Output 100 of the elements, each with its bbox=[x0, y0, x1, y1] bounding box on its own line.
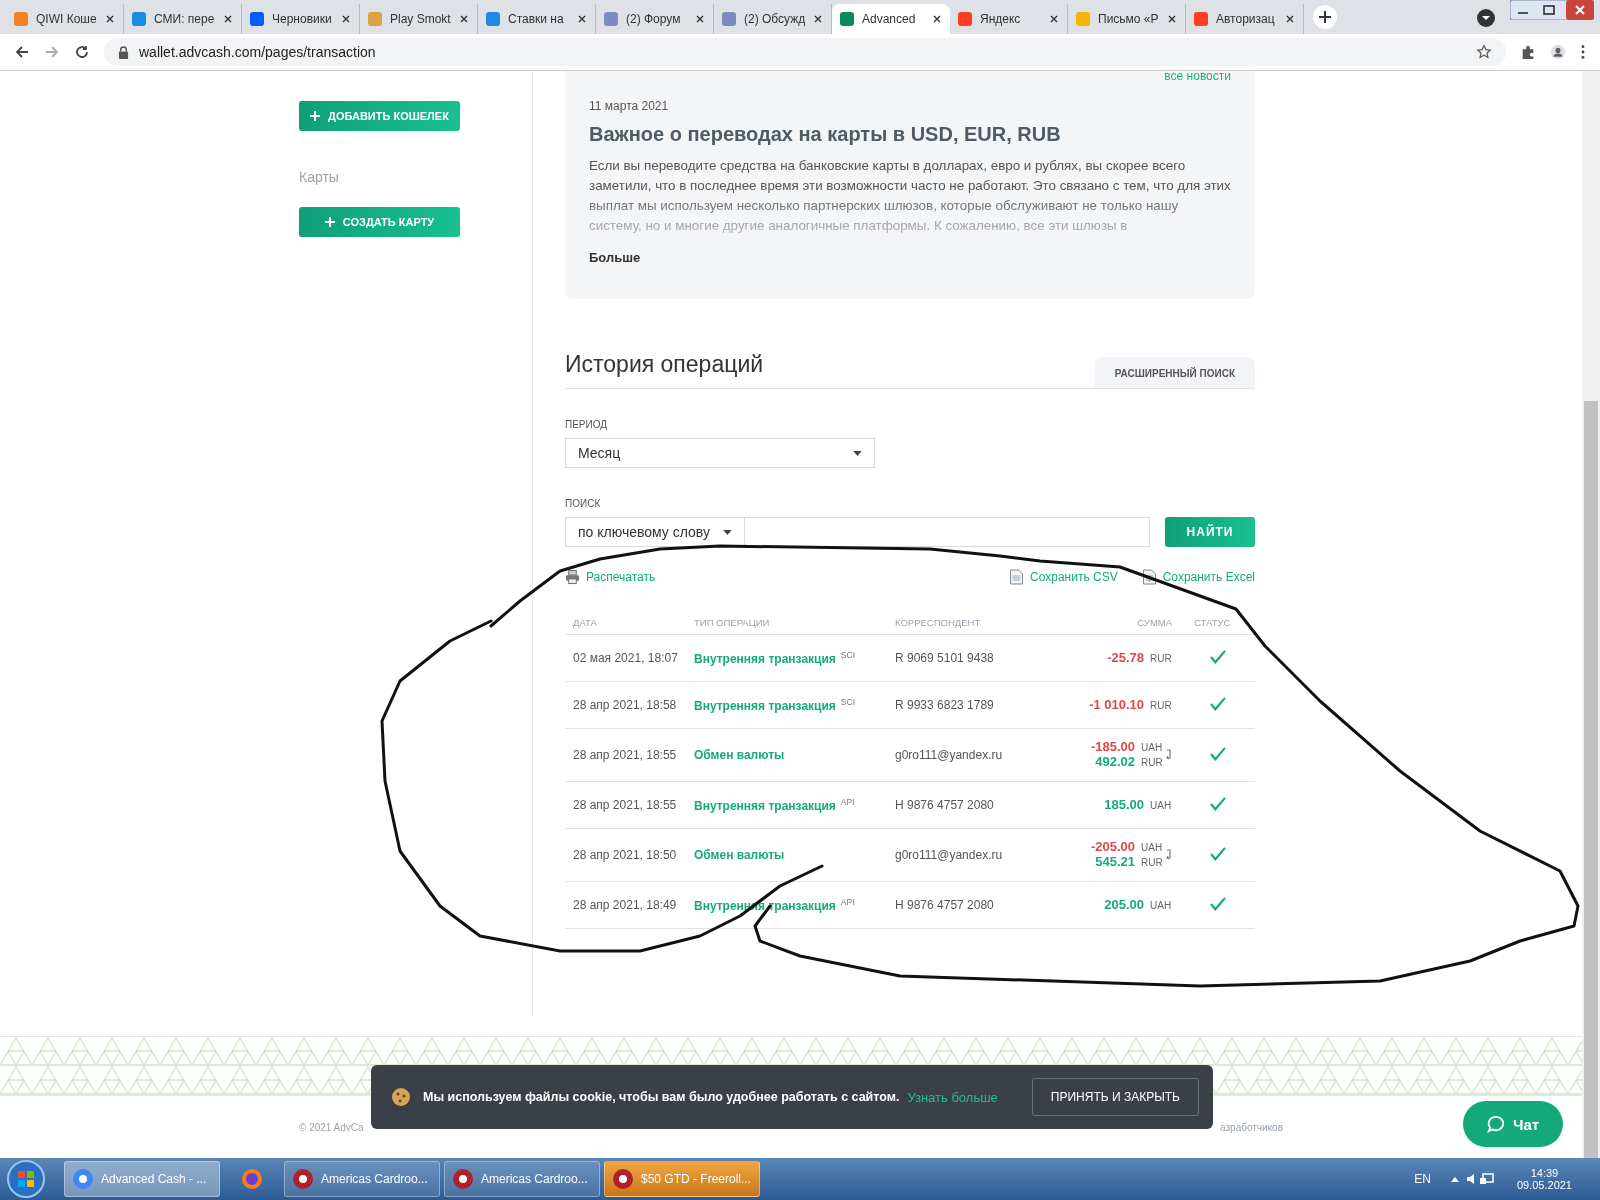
currency: UAH bbox=[1150, 798, 1173, 813]
correspondent-cell: H 9876 4757 2080 bbox=[887, 881, 1053, 929]
new-tab-icon[interactable] bbox=[1312, 4, 1338, 30]
date-cell: 28 апр 2021, 18:58 bbox=[565, 681, 686, 729]
taskbar-button[interactable]: Advanced Cash - ... bbox=[64, 1161, 220, 1197]
close-icon[interactable] bbox=[1049, 14, 1059, 24]
close-icon[interactable] bbox=[695, 14, 705, 24]
language-indicator[interactable]: EN bbox=[1414, 1172, 1431, 1186]
correspondent-cell: g0ro111@yandex.ru bbox=[887, 828, 1053, 882]
bookmark-star-icon[interactable] bbox=[1476, 44, 1492, 60]
save-excel-link[interactable]: Сохранить Excel bbox=[1141, 569, 1255, 585]
find-button[interactable]: НАЙТИ bbox=[1165, 517, 1255, 547]
currency: UAH bbox=[1150, 898, 1173, 913]
amount: 185.00 bbox=[1104, 797, 1145, 812]
operation-tag: API bbox=[840, 897, 855, 907]
printer-icon bbox=[565, 569, 580, 585]
lock-icon bbox=[118, 45, 129, 59]
field-label: ПЕРИОД bbox=[565, 419, 609, 430]
date-cell: 28 апр 2021, 18:50 bbox=[565, 828, 686, 882]
reload-icon[interactable] bbox=[74, 44, 90, 60]
cards-heading: Карты bbox=[299, 169, 339, 185]
search-field[interactable] bbox=[744, 517, 1151, 547]
developers-link[interactable]: азработчиков bbox=[1220, 1121, 1283, 1133]
taskbar-button[interactable]: Americas Cardroo... bbox=[444, 1161, 600, 1197]
checkmark-icon bbox=[1209, 796, 1226, 811]
back-icon[interactable] bbox=[14, 44, 30, 60]
field-label: ПОИСК bbox=[565, 498, 602, 509]
save-csv-link[interactable]: Сохранить CSV bbox=[1009, 569, 1118, 585]
profile-icon[interactable] bbox=[1550, 44, 1566, 60]
taskbar-button[interactable]: $50 GTD - Freeroll... bbox=[604, 1161, 760, 1197]
plus-icon bbox=[310, 111, 321, 121]
all-news-link[interactable]: все новости bbox=[1164, 71, 1231, 81]
currency: RUR bbox=[1141, 756, 1164, 770]
close-icon[interactable] bbox=[577, 14, 587, 24]
accept-button[interactable]: ПРИНЯТЬ И ЗАКРЫТЬ bbox=[1031, 1078, 1199, 1116]
currency: RUR bbox=[1150, 651, 1173, 666]
browser-tab[interactable]: Advanced bbox=[832, 4, 950, 34]
operation-tag: SCI bbox=[840, 697, 855, 707]
scrollbar[interactable] bbox=[1582, 71, 1600, 1158]
date-cell: 02 мая 2021, 18:07 bbox=[565, 634, 686, 682]
operation-type-link[interactable]: Обмен валюты bbox=[694, 748, 785, 762]
operation-type-link[interactable]: Внутренняя транзакция bbox=[694, 799, 836, 813]
close-icon[interactable] bbox=[105, 14, 115, 24]
operation-type-link[interactable]: Внутренняя транзакция bbox=[694, 699, 836, 713]
close-icon[interactable] bbox=[341, 14, 351, 24]
date-cell: 28 апр 2021, 18:55 bbox=[565, 781, 686, 829]
currency: UAH bbox=[1141, 841, 1164, 855]
taskbar-button[interactable]: Americas Cardroo... bbox=[284, 1161, 440, 1197]
globe-icon bbox=[240, 1167, 264, 1191]
plus-icon bbox=[324, 217, 335, 227]
news-text: Если вы переводите средства на банковские карты в долларах, евро и рублях, вы скорее всего заметили, что в последнее время эти возможности часто не работают. Это связано с тем, что для этих выплат мы используем несколько партнерских шлюзов, которые обслуживают не только нашу систему, но и многие другие аналогичные платформы. К сожалению, все эти шлюзы в bbox=[589, 157, 1231, 235]
clock-date[interactable]: 09.05.2021 bbox=[1516, 1179, 1572, 1191]
close-icon[interactable] bbox=[223, 14, 233, 24]
currency: UAH bbox=[1141, 741, 1164, 755]
window-controls-icon[interactable] bbox=[1510, 0, 1594, 20]
correspondent-cell: g0ro111@yandex.ru bbox=[887, 728, 1053, 782]
checkmark-icon bbox=[1209, 649, 1226, 664]
currency: RUR bbox=[1141, 856, 1164, 870]
amount: 205.00 bbox=[1104, 897, 1145, 912]
close-icon[interactable] bbox=[1167, 14, 1177, 24]
start-button-icon[interactable] bbox=[6, 1159, 46, 1199]
news-date: 11 марта 2021 bbox=[589, 99, 670, 113]
create-card-button[interactable]: СОЗДАТЬ КАРТУ bbox=[299, 207, 460, 237]
column-header: ДАТА bbox=[565, 605, 686, 635]
print-link[interactable]: Распечатать bbox=[565, 569, 656, 585]
amount: -205.00 bbox=[1091, 840, 1136, 854]
correspondent-cell: H 9876 4757 2080 bbox=[887, 781, 1053, 829]
tray-icons-icon[interactable] bbox=[1448, 1171, 1497, 1187]
profile-menu-icon[interactable] bbox=[1476, 8, 1496, 28]
close-icon[interactable] bbox=[1285, 14, 1295, 24]
puzzle-icon[interactable] bbox=[1520, 44, 1536, 60]
currency: RUR bbox=[1150, 698, 1173, 713]
chat-button[interactable]: Чат bbox=[1463, 1101, 1563, 1147]
checkmark-icon bbox=[1209, 746, 1226, 761]
app-icon bbox=[71, 1167, 95, 1191]
cookie-icon bbox=[391, 1087, 411, 1107]
learn-more-link[interactable]: Узнать больше bbox=[907, 1089, 998, 1105]
address-field[interactable]: wallet.advcash.com/pages/transaction bbox=[104, 38, 1506, 66]
news-title: Важное о переводах на карты в USD, EUR, RUB bbox=[589, 123, 1062, 146]
menu-icon[interactable] bbox=[1580, 44, 1586, 60]
add-wallet-button[interactable]: ДОБАВИТЬ КОШЕЛЕК bbox=[299, 101, 460, 131]
more-link[interactable]: Больше bbox=[589, 250, 1231, 265]
search-type-dropdown[interactable]: по ключевому слову bbox=[565, 517, 745, 547]
operation-tag: SCI bbox=[840, 650, 855, 660]
section-title: История операций bbox=[565, 351, 764, 378]
document-icon bbox=[1009, 569, 1025, 585]
operation-type-link[interactable]: Обмен валюты bbox=[694, 848, 785, 862]
operation-type-link[interactable]: Внутренняя транзакция bbox=[694, 652, 836, 666]
close-icon[interactable] bbox=[932, 14, 942, 24]
checkmark-icon bbox=[1209, 846, 1226, 861]
exchange-icon bbox=[1166, 748, 1173, 762]
column-header: СУММА bbox=[1053, 605, 1181, 635]
advanced-search-tab[interactable]: РАСШИРЕННЫЙ ПОИСК bbox=[1094, 357, 1255, 388]
checkmark-icon bbox=[1209, 696, 1226, 711]
column-header: КОРРЕСПОНДЕНТ bbox=[887, 605, 1053, 635]
clock-time[interactable]: 14:39 bbox=[1530, 1167, 1559, 1179]
copyright-text: © 2021 AdvCa bbox=[299, 1121, 364, 1133]
close-icon[interactable] bbox=[813, 14, 823, 24]
period-dropdown[interactable]: Месяц bbox=[565, 438, 875, 468]
close-icon[interactable] bbox=[459, 14, 469, 24]
